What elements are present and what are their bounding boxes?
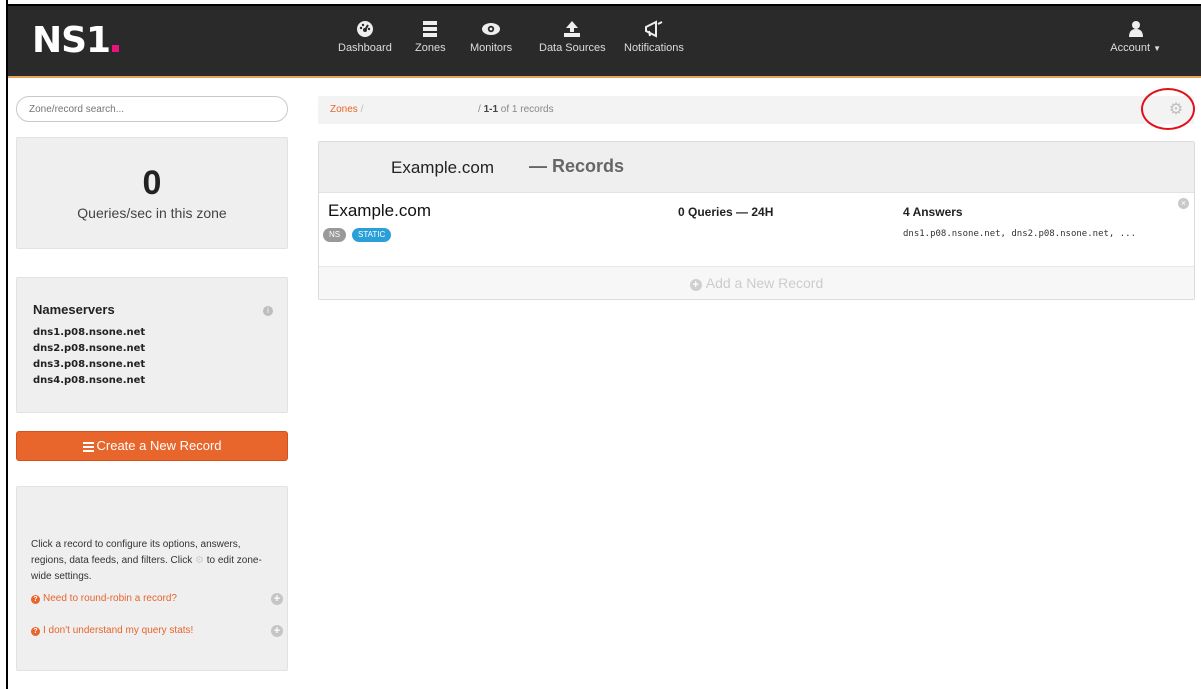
add-new-record-button[interactable]: + Add a New Record — [319, 267, 1194, 299]
help-text: Click a record to configure its options,… — [31, 537, 275, 585]
question-icon: ? — [31, 595, 40, 604]
nameserver-item: dns1.p08.nsone.net — [33, 327, 146, 338]
nav-monitors[interactable]: Monitors — [470, 20, 512, 54]
records-header: Example.com — Records — [319, 142, 1194, 193]
record-type-badge: NS — [323, 228, 347, 242]
nameservers-list: dns1.p08.nsone.net dns2.p08.nsone.net dn… — [33, 325, 287, 389]
qps-panel: 0 Queries/sec in this zone — [16, 137, 288, 249]
nameserver-item: dns4.p08.nsone.net — [33, 375, 146, 386]
nameserver-item: dns3.p08.nsone.net — [33, 359, 146, 370]
logo-dot — [112, 45, 120, 52]
static-badge: STATIC — [352, 228, 392, 242]
expand-plus-icon[interactable]: + — [271, 625, 283, 637]
megaphone-icon — [644, 20, 663, 38]
create-new-record-button[interactable]: Create a New Record — [16, 431, 288, 461]
count-range: 1-1 — [483, 104, 499, 115]
breadcrumb: Zones / / 1-1 of 1 records — [318, 96, 1194, 124]
nav-zones[interactable]: Zones — [415, 20, 446, 54]
caret-down-icon: ▼ — [1153, 44, 1161, 53]
query-stats-help-link[interactable]: ? I don't understand my query stats! — [31, 625, 193, 636]
plus-icon: + — [689, 279, 702, 291]
count-total: of 1 records — [498, 104, 554, 115]
top-navbar: NS1 Dashboard Zones Monitors Data Source… — [8, 6, 1201, 78]
expand-plus-icon[interactable]: + — [271, 593, 283, 605]
breadcrumb-separator: / — [360, 104, 364, 115]
info-icon[interactable]: i — [263, 306, 273, 316]
record-answers-title: 4 Answers — [903, 205, 963, 219]
help-link-label: Need to round-robin a record? — [43, 593, 177, 604]
breadcrumb-zones-link[interactable]: Zones — [330, 104, 358, 115]
zone-name: Example.com — [391, 158, 494, 177]
nav-dashboard[interactable]: Dashboard — [338, 20, 392, 54]
list-icon — [82, 440, 94, 454]
nav-label: Zones — [415, 42, 446, 54]
record-name: Example.com — [328, 201, 431, 220]
ns1-logo[interactable]: NS1 — [32, 20, 120, 61]
upload-icon — [564, 21, 581, 37]
records-title: — Records — [529, 156, 625, 176]
separator: / — [478, 104, 481, 115]
nameservers-title: Nameservers — [33, 302, 115, 317]
account-menu[interactable]: Account ▼ — [1110, 20, 1161, 54]
user-icon — [1128, 21, 1143, 37]
qps-value: 0 — [142, 164, 162, 202]
record-answers-list: dns1.p08.nsone.net, dns2.p08.nsone.net, … — [903, 229, 1136, 239]
highlight-circle — [1141, 88, 1195, 130]
zone-record-search-input[interactable] — [16, 96, 288, 122]
gear-icon: ⚙ — [194, 555, 204, 566]
account-label: Account — [1110, 42, 1151, 54]
nav-notifications[interactable]: Notifications — [624, 20, 684, 54]
nav-label: Dashboard — [338, 42, 392, 54]
nav-label: Monitors — [470, 42, 513, 54]
records-panel: Example.com — Records Example.com NS STA… — [318, 141, 1195, 300]
zones-icon — [423, 21, 438, 37]
nav-label: Notifications — [624, 42, 684, 54]
add-record-label: Add a New Record — [705, 275, 824, 291]
question-icon: ? — [31, 627, 40, 636]
nav-label: Data Sources — [539, 42, 606, 54]
dashboard-icon — [356, 21, 373, 37]
record-queries: 0 Queries — 24H — [678, 205, 774, 219]
round-robin-help-link[interactable]: ? Need to round-robin a record? — [31, 593, 177, 604]
qps-label: Queries/sec in this zone — [77, 205, 227, 221]
nameservers-panel: Nameservers i dns1.p08.nsone.net dns2.p0… — [16, 277, 288, 413]
nameserver-item: dns2.p08.nsone.net — [33, 343, 146, 354]
help-panel: Click a record to configure its options,… — [16, 486, 288, 671]
nav-data-sources[interactable]: Data Sources — [539, 20, 606, 54]
eye-icon — [482, 23, 501, 35]
record-row[interactable]: Example.com NS STATIC 0 Queries — 24H 4 … — [319, 193, 1194, 267]
help-link-label: I don't understand my query stats! — [43, 625, 194, 636]
create-button-label: Create a New Record — [96, 438, 222, 453]
record-count: / 1-1 of 1 records — [478, 96, 554, 124]
logo-text: NS1 — [32, 20, 111, 61]
close-icon[interactable]: × — [1178, 198, 1189, 209]
